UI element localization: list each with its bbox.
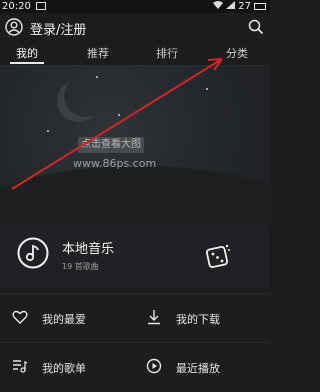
status-time: 20:20 <box>2 1 31 12</box>
star <box>206 88 208 90</box>
user-avatar-icon[interactable] <box>5 18 23 36</box>
favorites-label: 我的最爱 <box>42 312 86 326</box>
dark-hill <box>0 166 270 226</box>
status-indicators: 27 <box>213 0 266 13</box>
signal-icon <box>226 0 236 13</box>
playlists-label: 我的歌单 <box>42 361 86 375</box>
recent-item[interactable]: 最近播放 <box>146 343 220 392</box>
heart-icon <box>12 309 28 329</box>
download-icon <box>146 309 162 329</box>
local-music-count: 19 首歌曲 <box>62 262 99 271</box>
watermark-url: www.86ps.com <box>73 157 157 170</box>
moon-illustration <box>64 75 106 117</box>
image-notification-icon <box>36 2 46 10</box>
battery-level: 27 <box>238 1 251 12</box>
view-large-image-watermark: 点击查看大图 <box>78 137 144 153</box>
playlist-icon <box>12 358 28 378</box>
night-banner[interactable]: 点击查看大图 www.86ps.com <box>0 66 270 226</box>
star <box>96 76 98 78</box>
local-music-title: 本地音乐 <box>62 242 115 257</box>
search-icon[interactable] <box>248 19 264 35</box>
star <box>118 114 120 116</box>
dice-icon[interactable] <box>204 242 232 270</box>
downloads-item[interactable]: 我的下载 <box>146 294 220 343</box>
menu-row-2: 我的歌单 最近播放 <box>0 342 270 392</box>
tab-ranking[interactable]: 排行 <box>156 45 178 61</box>
tab-mine[interactable]: 我的 <box>16 45 38 61</box>
menu-row-1: 我的最爱 我的下载 <box>0 293 270 343</box>
status-bar: 20:20 27 <box>0 0 270 13</box>
playlists-item[interactable]: 我的歌单 <box>12 343 86 392</box>
tab-category[interactable]: 分类 <box>226 45 248 61</box>
local-music-card[interactable]: 本地音乐 19 首歌曲 <box>0 226 270 288</box>
wifi-icon <box>213 0 224 13</box>
battery-icon <box>254 3 266 10</box>
history-icon <box>146 358 162 378</box>
star <box>47 130 49 132</box>
tab-recommend[interactable]: 推荐 <box>87 45 109 61</box>
downloads-label: 我的下载 <box>176 312 220 326</box>
main-tabs: 我的 推荐 排行 分类 <box>0 41 270 66</box>
active-tab-indicator <box>10 62 44 64</box>
favorites-item[interactable]: 我的最爱 <box>12 294 86 343</box>
recent-label: 最近播放 <box>176 361 220 375</box>
app-header: 登录/注册 <box>0 13 270 41</box>
music-note-icon <box>17 237 49 269</box>
login-register-link[interactable]: 登录/注册 <box>30 19 86 38</box>
